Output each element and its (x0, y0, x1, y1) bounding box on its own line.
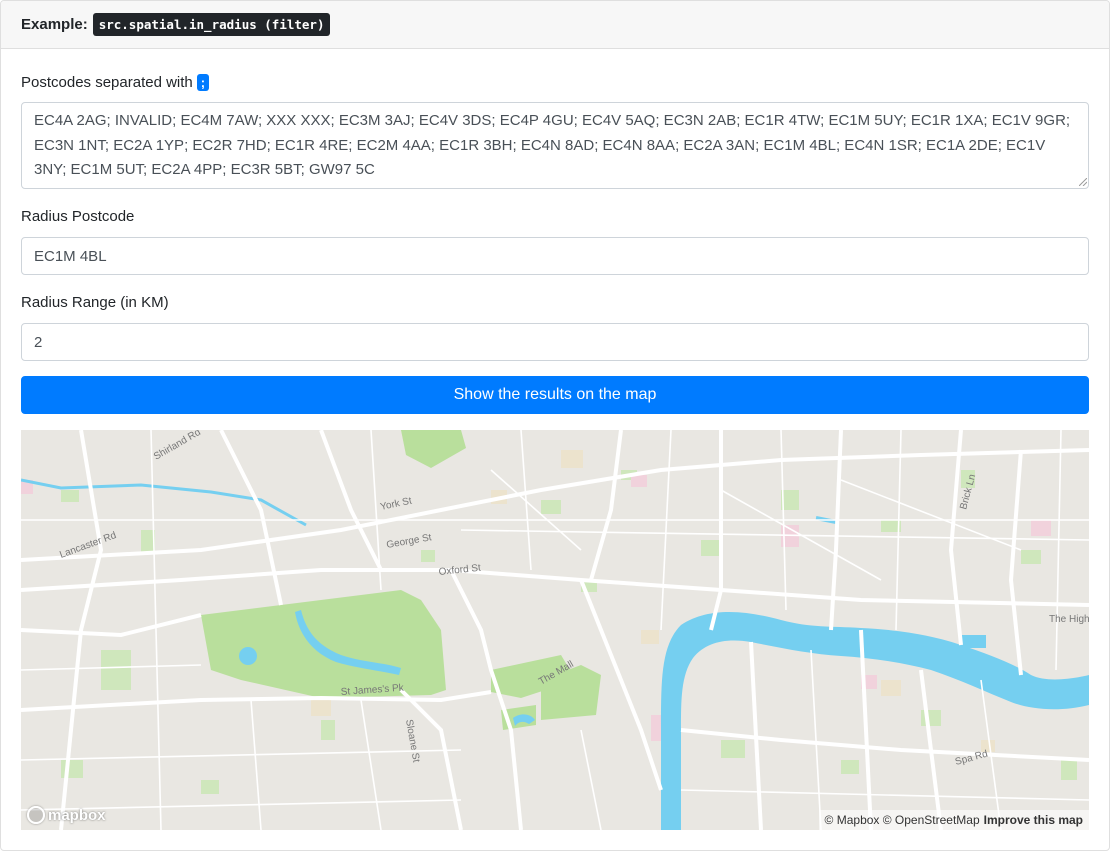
resize-grip-icon[interactable] (1079, 178, 1087, 186)
show-results-button[interactable]: Show the results on the map (21, 376, 1089, 414)
map-tiles: York St George St Oxford St Lancaster Rd… (21, 430, 1089, 830)
radius-postcode-label: Radius Postcode (21, 208, 135, 225)
improve-map-link[interactable]: Improve this map (984, 813, 1083, 827)
radius-range-input[interactable] (21, 323, 1089, 361)
postcodes-textarea[interactable]: EC4A 2AG; INVALID; EC4M 7AW; XXX XXX; EC… (21, 102, 1089, 189)
code-badge: src.spatial.in_radius (filter) (92, 13, 331, 36)
postcodes-label: Postcodes separated with; (21, 74, 210, 91)
attribution-text[interactable]: © Mapbox © OpenStreetMap (825, 813, 980, 827)
card-header: Example: src.spatial.in_radius (filter) (1, 1, 1109, 49)
header-label: Example: (21, 16, 88, 33)
mapbox-logo-text: mapbox (48, 806, 106, 824)
mapbox-logo-icon (27, 806, 45, 824)
map-canvas[interactable]: York St George St Oxford St Lancaster Rd… (21, 430, 1089, 830)
mapbox-logo[interactable]: mapbox (27, 806, 106, 824)
street-label-highway: The High (1049, 614, 1089, 625)
radius-postcode-input[interactable] (21, 237, 1089, 275)
radius-range-label: Radius Range (in KM) (21, 294, 169, 311)
postcodes-label-text: Postcodes separated with (21, 74, 193, 91)
example-card: Example: src.spatial.in_radius (filter) … (0, 0, 1110, 851)
separator-badge: ; (196, 74, 210, 91)
map-attribution: © Mapbox © OpenStreetMap Improve this map (818, 810, 1089, 830)
